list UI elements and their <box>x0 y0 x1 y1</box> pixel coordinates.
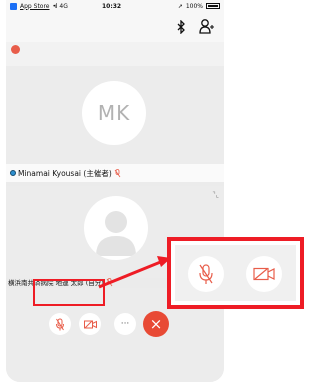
mic-off-icon <box>114 168 121 177</box>
participant-tile-host[interactable]: MK <box>6 66 224 164</box>
zoom-callout <box>167 237 304 309</box>
participant-label-host: Minamai Kyousai (主催者) <box>6 164 224 182</box>
zoomed-controls <box>175 245 296 301</box>
mic-off-icon <box>56 318 64 330</box>
mic-off-icon <box>199 264 213 284</box>
close-icon: × <box>149 314 163 333</box>
connection-icon <box>10 170 16 176</box>
call-toolbar <box>6 12 224 42</box>
back-to-app-link[interactable]: App Store <box>20 3 50 10</box>
video-off-icon <box>83 320 97 328</box>
battery-percent: 100% <box>185 2 203 10</box>
participant-name: Minamai Kyousai (主催者) <box>18 168 112 178</box>
battery-icon <box>206 3 220 9</box>
mic-muted-icon <box>11 45 20 54</box>
participants-icon[interactable] <box>199 18 215 34</box>
more-icon: ··· <box>120 319 130 329</box>
zoomed-mute-button <box>188 256 224 292</box>
bluetooth-icon[interactable] <box>177 20 186 34</box>
controls-highlight <box>33 279 105 306</box>
avatar-placeholder <box>84 196 148 260</box>
end-call-button[interactable]: × <box>143 311 169 337</box>
zoomed-video-button <box>246 256 282 292</box>
person-silhouette-icon <box>96 211 136 256</box>
expand-icon[interactable]: ⌝⌞ <box>212 191 219 199</box>
mute-button[interactable] <box>49 313 71 335</box>
network-type: 4G <box>59 2 68 10</box>
avatar: MK <box>82 81 146 145</box>
screen: App Store •ıl 4G 10:32 ➚ 100% MK Minamai… <box>0 0 304 385</box>
status-bar-left: App Store •ıl 4G <box>10 2 68 10</box>
signal-icon: •ıl <box>52 2 58 10</box>
status-bar: App Store •ıl 4G 10:32 ➚ 100% <box>6 0 224 12</box>
location-icon: ➚ <box>177 2 183 10</box>
video-button[interactable] <box>79 313 101 335</box>
status-time: 10:32 <box>102 2 122 10</box>
phone-screen: App Store •ıl 4G 10:32 ➚ 100% MK Minamai… <box>6 0 224 382</box>
app-store-back-icon[interactable] <box>10 2 17 10</box>
status-bar-right: ➚ 100% <box>178 3 220 10</box>
more-button[interactable]: ··· <box>114 313 136 335</box>
mic-off-icon <box>106 277 113 286</box>
audio-status-bar <box>6 42 224 66</box>
video-off-icon <box>253 267 275 281</box>
